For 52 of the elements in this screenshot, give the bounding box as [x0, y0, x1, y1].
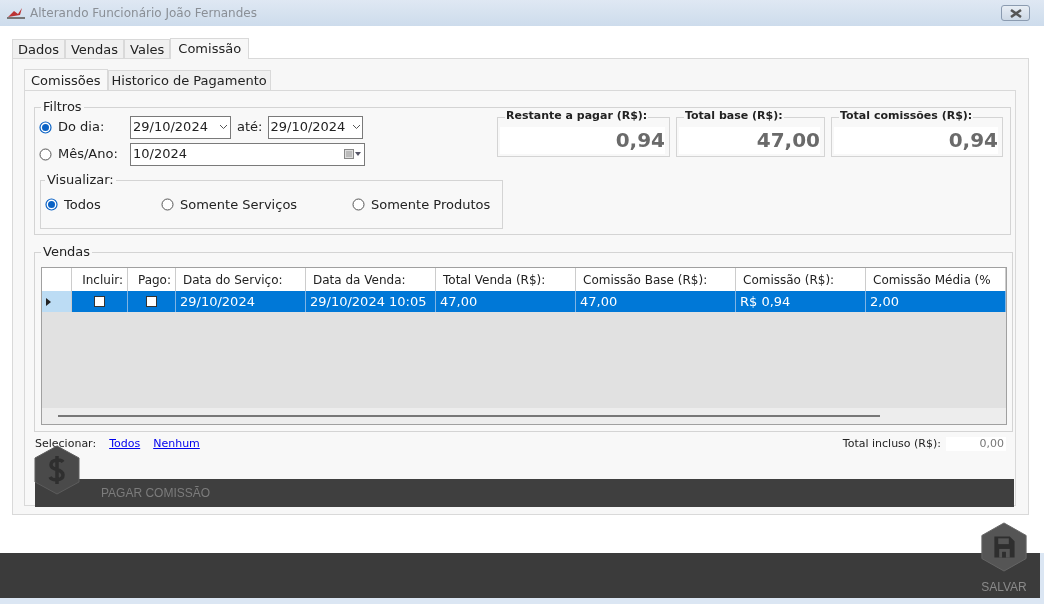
radio-selected[interactable] [39, 120, 52, 134]
total-included-value: 0,00 [946, 437, 1006, 451]
option-label: Do dia: [58, 118, 106, 137]
table-cell: R$ 0,94 [736, 291, 866, 312]
window-title: Alterando Funcionário João Fernandes [30, 5, 257, 22]
total-label: Total base (R$): [684, 109, 784, 123]
scrollbar[interactable] [42, 408, 1006, 424]
row-header[interactable] [42, 291, 72, 312]
radio-unselected[interactable] [39, 147, 52, 161]
app-logo-icon [6, 7, 26, 19]
chevron-down-icon [219, 124, 228, 130]
month-field[interactable]: 10/2024 [130, 142, 365, 166]
date-field[interactable]: 29/10/2024 [268, 115, 364, 139]
tab[interactable]: Dados [12, 39, 65, 58]
tab[interactable]: Comissão [170, 38, 250, 59]
close-button[interactable] [1001, 5, 1030, 21]
select-link[interactable]: Nenhum [153, 435, 200, 453]
scroll-thumb[interactable] [58, 415, 880, 417]
option-label: Mês/Ano: [58, 145, 119, 164]
chevron-down-icon [352, 124, 362, 130]
table-cell: 29/10/2024 [176, 291, 306, 312]
total-value: 0,94 [834, 127, 998, 154]
radio-unselected[interactable] [352, 198, 365, 212]
floppy-hexagon-icon [980, 522, 1028, 572]
total-label: Total comissões (R$): [839, 109, 974, 123]
total-value: 47,00 [679, 127, 820, 154]
dollar-hexagon-icon [34, 445, 80, 495]
select-link[interactable]: Todos [109, 435, 141, 453]
subtab[interactable]: Historico de Pagamento [107, 70, 271, 90]
option-label: Todos [64, 196, 101, 214]
table-cell: 2,00 [866, 291, 1006, 312]
subtab[interactable]: Comissões [24, 69, 108, 91]
close-icon [1009, 8, 1022, 18]
checkbox[interactable] [146, 296, 157, 307]
select-label: Selecionar: [35, 435, 97, 452]
checkbox[interactable] [94, 296, 105, 307]
radio-selected[interactable] [45, 198, 58, 212]
row-pointer-icon [46, 297, 51, 306]
total-included-label: Total incluso (R$): [842, 435, 941, 452]
radio-unselected[interactable] [161, 198, 174, 212]
table-cell: 47,00 [436, 291, 576, 312]
to-label: até: [237, 118, 263, 137]
total-label: Restante a pagar (R$): [505, 109, 649, 123]
tab[interactable]: Vendas [64, 39, 125, 58]
calendar-dropdown-icon[interactable] [344, 149, 362, 159]
tab[interactable]: Vales [124, 39, 171, 58]
total-value: 0,94 [500, 127, 665, 154]
table-cell: 47,00 [576, 291, 736, 312]
date-field[interactable]: 29/10/2024 [130, 115, 231, 139]
table-cell: 29/10/2024 10:05 [306, 291, 436, 312]
option-label: Somente Serviços [180, 196, 298, 214]
option-label: Somente Produtos [371, 196, 491, 214]
